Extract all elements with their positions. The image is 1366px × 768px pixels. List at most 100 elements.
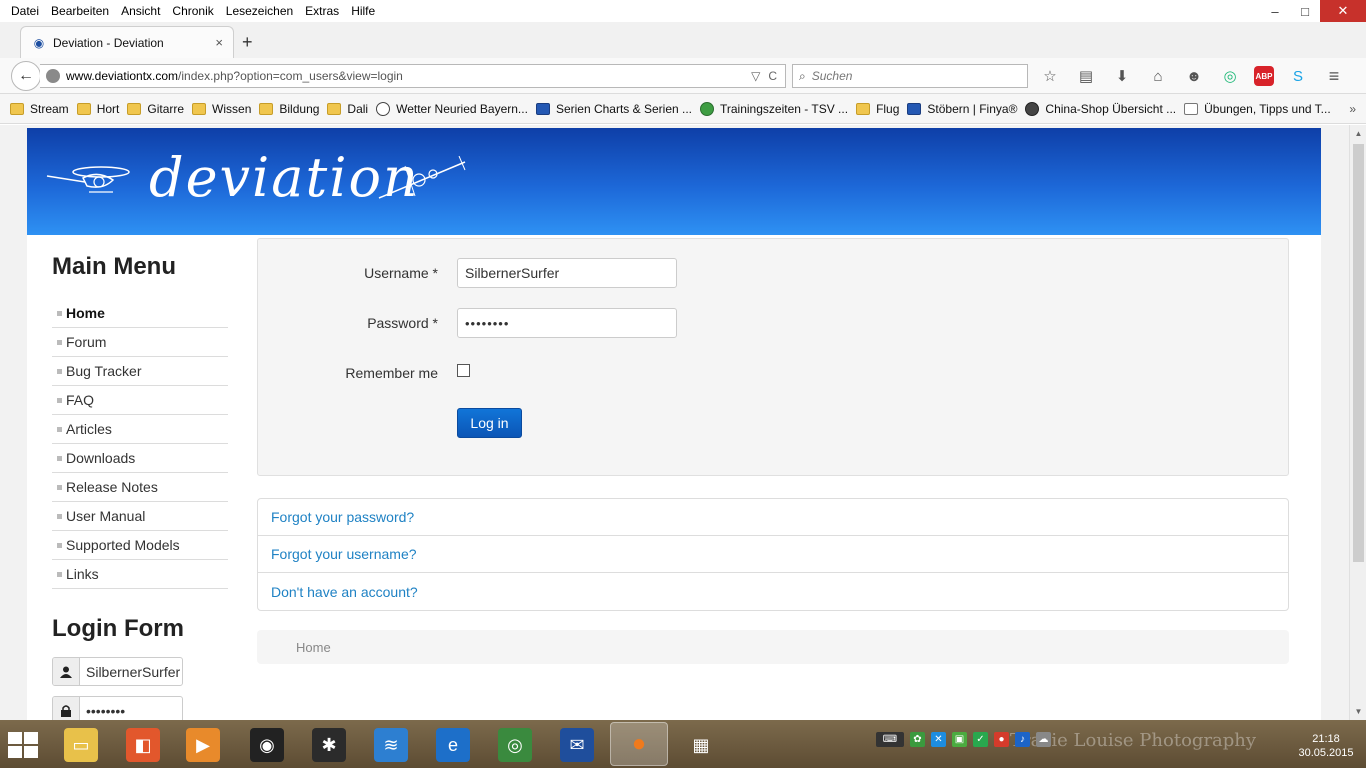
tray-red-icon[interactable]: ● [994, 732, 1009, 747]
deviation-favicon-icon: ◉ [33, 35, 45, 50]
internet-explorer-icon[interactable]: e [436, 728, 470, 762]
menu-icon[interactable]: ≡ [1322, 64, 1346, 88]
menu-item-forum[interactable]: Forum [52, 328, 228, 357]
download-icon[interactable]: ⬇ [1110, 64, 1134, 88]
scroll-down-icon[interactable]: ▼ [1350, 703, 1366, 720]
bookmark-gitarre[interactable]: Gitarre [127, 102, 184, 116]
weather-icon [376, 101, 391, 116]
bookmark-bildung[interactable]: Bildung [259, 102, 319, 116]
extension-icon[interactable]: ◎ [1218, 64, 1242, 88]
bookmark-china-shop[interactable]: China-Shop Übersicht ... [1025, 101, 1176, 116]
folder-icon [259, 102, 274, 115]
search-icon: ⌕ [799, 68, 806, 83]
taskbar-clock[interactable]: 21:18 30.05.2015 [1296, 732, 1356, 760]
scroll-thumb[interactable] [1353, 144, 1364, 562]
bookmark-wissen[interactable]: Wissen [192, 102, 251, 116]
bookmark-stream[interactable]: Stream [10, 102, 69, 116]
password-label: Password * [367, 315, 438, 331]
chrome-icon[interactable]: ◎ [498, 728, 532, 762]
office-icon[interactable]: ◧ [126, 728, 160, 762]
reading-list-icon[interactable]: ▤ [1074, 64, 1098, 88]
star-icon[interactable]: ☆ [1038, 64, 1062, 88]
vertical-scrollbar[interactable]: ▲ ▼ [1349, 125, 1366, 720]
tray-x-icon[interactable]: ✕ [931, 732, 946, 747]
menu-bearbeiten[interactable]: Bearbeiten [45, 4, 115, 18]
menu-item-articles[interactable]: Articles [52, 415, 228, 444]
sidebar-username-field[interactable]: SilbernerSurfer [52, 657, 183, 686]
password-input[interactable]: •••••••• [457, 308, 677, 338]
color-app-icon[interactable]: ◉ [250, 728, 284, 762]
sidebar-password-value: •••••••• [86, 702, 126, 719]
onedrive-icon[interactable]: ☁ [1036, 732, 1051, 747]
bookmark-uebungen[interactable]: Übungen, Tipps und T... [1184, 102, 1331, 116]
menu-item-release-notes[interactable]: Release Notes [52, 473, 228, 502]
keyboard-icon[interactable]: ⌨ [876, 732, 904, 747]
tray-green-icon[interactable]: ▣ [952, 732, 967, 747]
system-tray: ⌨ ✿ ✕ ▣ ✓ ● ♪ ☁ [876, 732, 1051, 747]
scroll-up-icon[interactable]: ▲ [1350, 125, 1366, 142]
breadcrumb-home[interactable]: Home [296, 640, 331, 655]
bookmark-dali[interactable]: Dali [327, 102, 368, 116]
minimize-button[interactable]: – [1260, 0, 1290, 22]
back-button[interactable]: ← [11, 61, 41, 91]
menu-item-faq[interactable]: FAQ [52, 386, 228, 415]
history-dropdown-icon[interactable]: ▽ [751, 69, 760, 83]
bookmark-flug[interactable]: Flug [856, 102, 899, 116]
chip-app-icon[interactable]: ▦ [684, 728, 718, 762]
close-window-button[interactable]: ✕ [1320, 0, 1366, 22]
new-tab-button[interactable]: + [242, 32, 253, 53]
bookmark-serien[interactable]: Serien Charts & Serien ... [535, 102, 692, 116]
browser-tab[interactable]: ◉ Deviation - Deviation × [20, 26, 234, 58]
tray-app-icon[interactable]: ✿ [910, 732, 925, 747]
forgot-username-link[interactable]: Forgot your username? [258, 536, 1288, 573]
menu-item-bug-tracker[interactable]: Bug Tracker [52, 357, 228, 386]
login-form-title: Login Form [52, 615, 184, 642]
paint-app-icon[interactable]: ✱ [312, 728, 346, 762]
menu-hilfe[interactable]: Hilfe [345, 4, 381, 18]
wings-app-icon[interactable]: ≋ [374, 728, 408, 762]
smiley-icon[interactable]: ☻ [1182, 64, 1206, 88]
firefox-icon[interactable]: ● [610, 722, 668, 766]
tray-check-icon[interactable]: ✓ [973, 732, 988, 747]
sidebar-password-field[interactable]: •••••••• [52, 696, 183, 720]
media-player-icon[interactable]: ▶ [186, 728, 220, 762]
bookmark-trainingszeiten[interactable]: Trainingszeiten - TSV ... [700, 101, 848, 116]
skype-icon[interactable]: S [1286, 64, 1310, 88]
back-arrow-icon: ← [18, 67, 34, 84]
menu-datei[interactable]: Datei [0, 4, 45, 18]
address-bar[interactable]: www.deviationtx.com /index.php?option=co… [40, 64, 786, 88]
menu-item-user-manual[interactable]: User Manual [52, 502, 228, 531]
bookmark-wetter[interactable]: Wetter Neuried Bayern... [376, 101, 528, 116]
maximize-button[interactable]: □ [1290, 0, 1320, 22]
menu-chronik[interactable]: Chronik [166, 4, 219, 18]
lock-icon [53, 697, 80, 720]
remember-me-checkbox[interactable] [457, 364, 470, 377]
taskbar: ▭ ◧ ▶ ◉ ✱ ≋ e ◎ ✉ ● ▦ Tracie Louise Phot… [0, 720, 1366, 768]
tray-blue-icon[interactable]: ♪ [1015, 732, 1030, 747]
log-in-button[interactable]: Log in [457, 408, 522, 438]
bookmark-finya[interactable]: Stöbern | Finya® [907, 102, 1017, 116]
bookmark-hort[interactable]: Hort [76, 102, 119, 116]
register-link[interactable]: Don't have an account? [258, 573, 1288, 610]
forgot-password-link[interactable]: Forgot your password? [258, 499, 1288, 536]
menu-item-links[interactable]: Links [52, 560, 228, 589]
home-icon[interactable]: ⌂ [1146, 64, 1170, 88]
menu-extras[interactable]: Extras [299, 4, 345, 18]
start-button[interactable] [8, 732, 38, 758]
search-input[interactable]: ⌕ Suchen [792, 64, 1028, 88]
thunderbird-icon[interactable]: ✉ [560, 728, 594, 762]
menu-item-downloads[interactable]: Downloads [52, 444, 228, 473]
close-tab-icon[interactable]: × [215, 35, 223, 50]
bookmarks-more-icon[interactable]: » [1349, 102, 1356, 116]
airplane-icon [378, 156, 466, 199]
menu-lesezeichen[interactable]: Lesezeichen [220, 4, 299, 18]
adblock-icon[interactable]: ABP [1254, 66, 1274, 86]
menu-item-supported-models[interactable]: Supported Models [52, 531, 228, 560]
explorer-icon[interactable]: ▭ [64, 728, 98, 762]
menu-ansicht[interactable]: Ansicht [115, 4, 166, 18]
bookmarks-bar: Stream Hort Gitarre Wissen Bildung Dali … [0, 94, 1366, 124]
menu-item-home[interactable]: Home [52, 299, 228, 328]
username-input[interactable]: SilbernerSurfer [457, 258, 677, 288]
clock-time: 21:18 [1312, 733, 1340, 745]
reload-icon[interactable]: C [768, 69, 777, 83]
